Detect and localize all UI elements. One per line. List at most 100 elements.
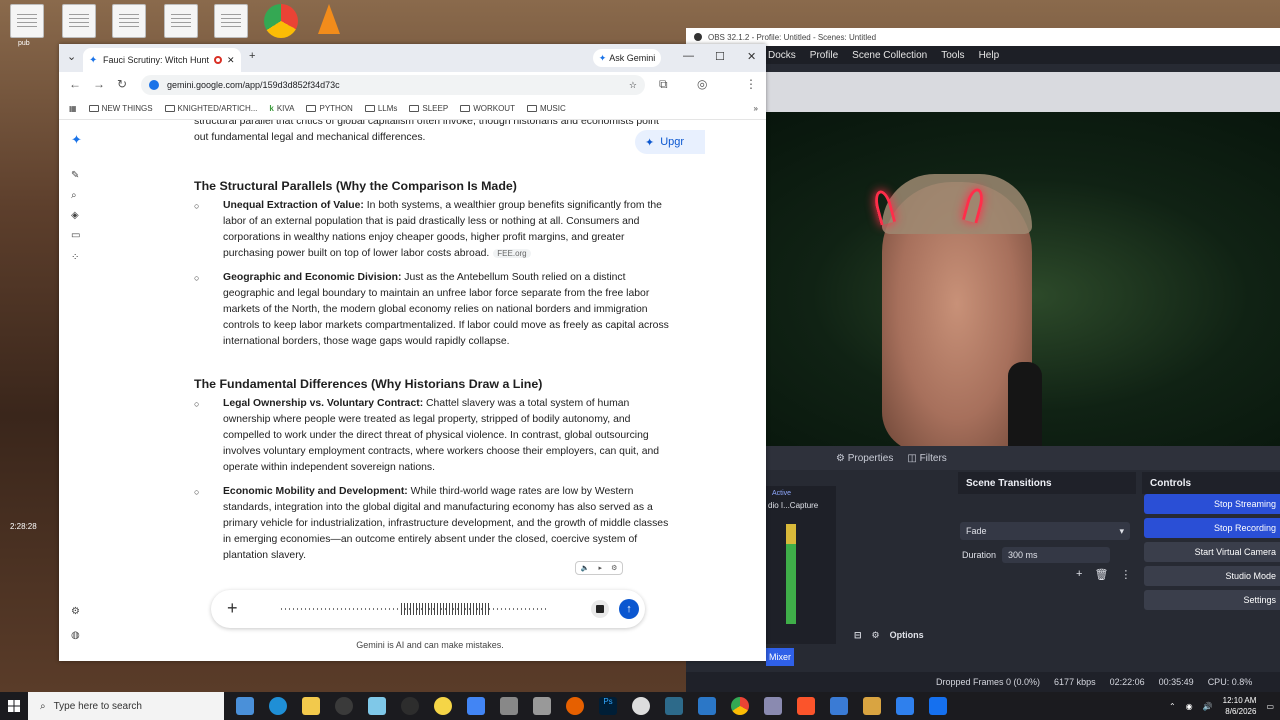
ask-gemini-button[interactable]: ✦ Ask Gemini [593,49,661,67]
desktop-file-icon[interactable] [10,4,44,38]
start-virtual-camera-button[interactable]: Start Virtual Camera [1144,542,1280,562]
settings-button[interactable]: Settings [1144,590,1280,610]
bookmark-workout[interactable]: WORKOUT [460,104,515,113]
chrome-icon[interactable] [731,697,749,715]
menu-docks[interactable]: Docks [768,50,796,61]
forward-icon[interactable]: → [93,77,105,91]
obs-icon[interactable] [335,697,353,715]
apps-icon[interactable]: ⁘ [71,252,79,263]
close-window-icon[interactable]: ✕ [747,50,756,63]
new-chat-icon[interactable]: ✎ [71,170,79,181]
studio-mode-button[interactable]: Studio Mode [1144,566,1280,586]
duration-input[interactable]: 300 ms [1002,547,1111,563]
transition-select[interactable]: Fade ▾ [960,522,1130,540]
add-attachment-icon[interactable]: + [227,598,238,619]
desktop-file-icon[interactable] [112,4,146,38]
prompt-composer[interactable]: + ↑ [211,590,645,628]
bookmark-sleep[interactable]: SLEEP [409,104,448,113]
app-icon[interactable] [368,697,386,715]
properties-button[interactable]: ⚙ Properties [836,453,893,464]
close-tab-icon[interactable]: ✕ [227,55,235,66]
more-bookmarks-icon[interactable]: » [754,104,758,113]
add-icon[interactable]: + [1076,568,1082,581]
start-button[interactable] [0,692,28,720]
stop-recording-icon[interactable] [591,600,609,618]
menu-profile[interactable]: Profile [810,50,838,61]
tray-chevron-icon[interactable]: ⌃ [1169,702,1176,711]
github-icon[interactable] [401,697,419,715]
task-view-icon[interactable] [236,697,254,715]
stop-streaming-button[interactable]: Stop Streaming [1144,494,1280,514]
clock[interactable]: 12:10 AM 8/6/2026 [1223,695,1257,717]
bulb-icon[interactable] [434,697,452,715]
app-icon[interactable] [929,697,947,715]
more-icon[interactable]: ⋮ [1120,568,1131,581]
site-info-icon[interactable] [149,80,159,90]
bookmark-star-icon[interactable]: ☆ [629,80,637,91]
desktop-file-icon[interactable] [214,4,248,38]
mixer-tab[interactable]: Mixer [766,648,794,666]
notifications-icon[interactable]: ▭ [1266,702,1274,711]
source-chip[interactable]: FEE.org [493,249,531,258]
play-icon[interactable]: ▸ [598,564,602,572]
gear-app-icon[interactable] [500,697,518,715]
bookmark-new-things[interactable]: NEW THINGS [88,104,153,113]
back-icon[interactable]: ← [69,77,81,91]
maximize-icon[interactable]: ☐ [715,50,725,63]
layout-icon[interactable]: ⊟ [854,630,862,641]
send-icon[interactable]: ↑ [619,599,639,619]
volume-icon[interactable]: 🔊 [1203,702,1213,711]
new-tab-icon[interactable]: + [249,50,255,62]
brave-icon[interactable] [797,697,815,715]
app-icon[interactable] [665,697,683,715]
extensions-icon[interactable]: ⧉ [659,77,668,92]
apps-grid-icon[interactable]: ▦ [69,104,77,113]
settings-icon[interactable]: ⚙ [611,564,617,572]
webcam-preview[interactable] [686,112,1280,446]
gear-icon[interactable]: ⚙ [872,630,880,641]
reload-icon[interactable]: ↻ [117,77,127,91]
docs-icon[interactable] [467,697,485,715]
stop-recording-button[interactable]: Stop Recording [1144,518,1280,538]
app-icon[interactable] [830,697,848,715]
menu-tools[interactable]: Tools [941,50,964,61]
trash-icon[interactable]: 🗑 [1094,568,1108,581]
desktop-file-icon[interactable] [62,4,96,38]
edge-icon[interactable] [269,697,287,715]
file-explorer-icon[interactable] [302,697,320,715]
photoshop-icon[interactable]: Ps [599,697,617,715]
gemini-logo-icon[interactable]: ✦ [71,132,82,148]
filters-button[interactable]: ◫ Filters [907,453,946,464]
settings-gear-icon[interactable]: ⚙ [71,606,80,617]
search-icon[interactable]: ⌕ [71,190,77,201]
bookmark-python[interactable]: PYTHON [306,104,353,113]
profile-icon[interactable]: ◎ [697,77,707,91]
app-icon[interactable] [863,697,881,715]
desktop-file-icon[interactable] [164,4,198,38]
menu-help[interactable]: Help [979,50,1000,61]
app-icon[interactable] [764,697,782,715]
menu-icon[interactable]: ⋮ [745,77,757,91]
tab-gemini[interactable]: ✦ Fauci Scrutiny: Witch Hunt ✕ [83,48,241,72]
vlc-icon[interactable] [318,4,340,34]
library-icon[interactable]: ▭ [71,230,80,241]
bookmark-llms[interactable]: LLMs [364,104,397,113]
menu-scene-collection[interactable]: Scene Collection [852,50,927,61]
chrome-desktop-icon[interactable] [264,4,298,38]
bookmark-knighted[interactable]: KNIGHTED/ARTICH... [164,104,257,113]
minimize-icon[interactable]: — [683,50,694,62]
app-icon[interactable] [698,697,716,715]
clock-icon[interactable] [632,697,650,715]
firefox-icon[interactable] [566,697,584,715]
url-bar[interactable]: gemini.google.com/app/159d3d852f34d73c ☆ [141,75,645,95]
options-button[interactable]: Options [890,630,924,640]
bookmark-kiva[interactable]: k KIVA [269,104,294,113]
taskbar-search[interactable]: ⌕ Type here to search [28,692,224,720]
tool-icon[interactable] [533,697,551,715]
volume-icon[interactable]: 🔈 [581,564,590,572]
tab-search-icon[interactable]: ⌄ [67,50,76,63]
app-icon[interactable] [896,697,914,715]
network-icon[interactable]: ◉ [1186,702,1193,711]
bookmark-music[interactable]: MUSIC [526,104,566,113]
gems-icon[interactable]: ◈ [71,210,79,221]
